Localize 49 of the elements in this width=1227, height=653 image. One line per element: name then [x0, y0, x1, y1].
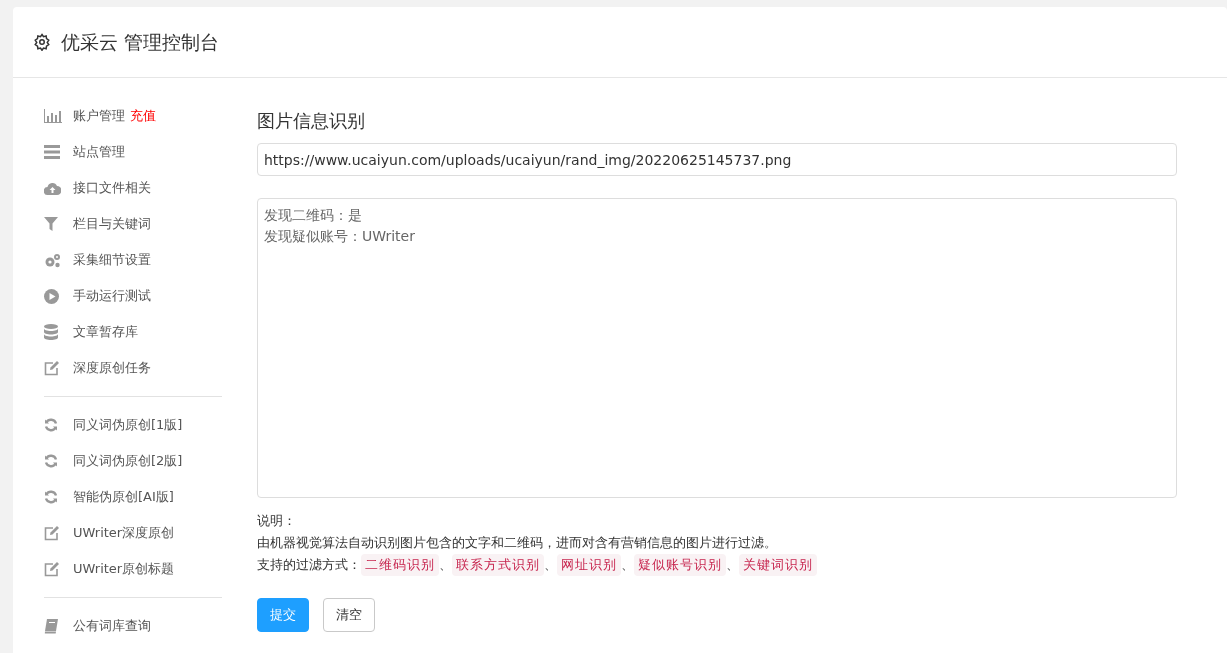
filter-icon	[44, 217, 58, 231]
clear-button[interactable]: 清空	[323, 598, 375, 632]
sidebar-link[interactable]: 手动运行测试	[73, 286, 151, 306]
edit-icon	[44, 561, 60, 577]
note-label: 说明：	[257, 512, 297, 530]
separator: 、	[726, 556, 739, 574]
refresh-icon	[44, 454, 58, 468]
sidebar-link[interactable]: 账户管理	[73, 106, 125, 126]
refresh-icon	[44, 490, 58, 504]
edit-icon	[44, 525, 60, 541]
sidebar-link[interactable]: 同义词伪原创[1版]	[73, 415, 183, 435]
cloud-upload-icon	[44, 181, 61, 195]
sidebar-link[interactable]: UWriter原创标题	[73, 559, 175, 579]
sidebar-link[interactable]: 同义词伪原创[2版]	[73, 451, 183, 471]
filter-tag: 疑似账号识别	[634, 554, 726, 576]
sidebar-link[interactable]: UWriter深度原创	[73, 523, 175, 543]
result-line: 发现疑似账号：UWriter	[264, 227, 415, 246]
console-title: 优采云 管理控制台	[61, 29, 220, 55]
book-icon	[44, 618, 59, 634]
filter-tag: 关键词识别	[739, 554, 817, 576]
sidebar-link[interactable]: 接口文件相关	[73, 178, 151, 198]
separator: 、	[544, 556, 557, 574]
sidebar-link[interactable]: 采集细节设置	[73, 250, 151, 270]
sidebar-link[interactable]: 公有词库查询	[73, 616, 151, 636]
result-line: 发现二维码：是	[264, 206, 362, 225]
sidebar-link[interactable]: 文章暂存库	[73, 322, 138, 342]
play-icon	[44, 288, 59, 304]
database-icon	[44, 324, 58, 340]
filter-tag: 网址识别	[557, 554, 621, 576]
sidebar-link[interactable]: 智能伪原创[AI版]	[73, 487, 174, 507]
recharge-link[interactable]: 充值	[130, 106, 156, 126]
filter-tag: 联系方式识别	[452, 554, 544, 576]
server-icon	[44, 145, 60, 159]
bar-chart-icon	[44, 109, 62, 123]
refresh-icon	[44, 418, 58, 432]
note-text: 由机器视觉算法自动识别图片包含的文字和二维码，进而对含有营销信息的图片进行过滤。	[257, 534, 778, 552]
separator: 、	[439, 556, 452, 574]
sidebar-link[interactable]: 站点管理	[73, 142, 125, 162]
filters-label: 支持的过滤方式：	[257, 556, 361, 574]
gears-icon	[44, 252, 61, 268]
sidebar-link[interactable]: 栏目与关键词	[73, 214, 151, 234]
separator: 、	[621, 556, 634, 574]
filter-tag: 二维码识别	[361, 554, 439, 576]
sidebar-link[interactable]: 深度原创任务	[73, 358, 151, 378]
page-title: 图片信息识别	[257, 109, 366, 133]
edit-icon	[44, 360, 60, 376]
settings-icon	[33, 33, 51, 51]
url-field[interactable]: https://www.ucaiyun.com/uploads/ucaiyun/rand_img/20220625145737.png	[257, 143, 1177, 176]
result-field[interactable]: 发现二维码：是 发现疑似账号：UWriter	[257, 198, 1177, 498]
